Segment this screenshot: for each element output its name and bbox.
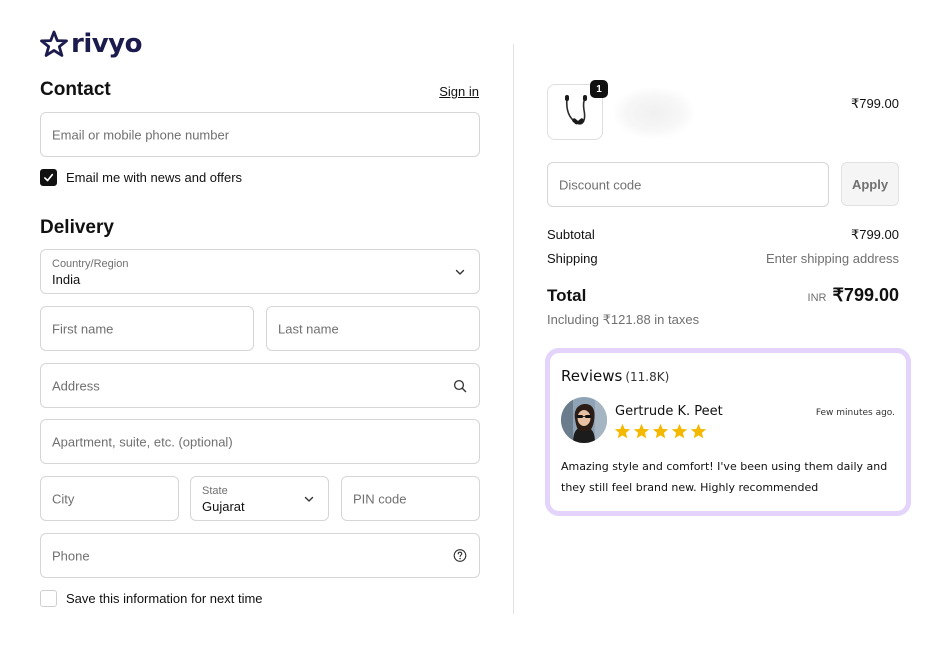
country-value: India	[52, 272, 81, 287]
last-name-placeholder: Last name	[278, 321, 339, 336]
sign-in-link[interactable]: Sign in	[439, 84, 479, 99]
phone-placeholder: Phone	[52, 548, 90, 563]
star-logo-icon	[40, 30, 68, 57]
total-value-group: INR ₹799.00	[808, 285, 899, 306]
reviews-heading: Reviews (11.8K)	[561, 367, 669, 385]
reviews-title: Reviews	[561, 367, 623, 385]
city-placeholder: City	[52, 491, 75, 506]
first-name-field[interactable]: First name	[40, 306, 254, 351]
brand-name: rivyo	[71, 29, 143, 59]
reviews-count: (11.8K)	[625, 370, 670, 384]
city-field[interactable]: City	[40, 476, 179, 521]
state-label: State	[202, 485, 228, 497]
save-info-label: Save this information for next time	[66, 591, 263, 606]
subtotal-label: Subtotal	[547, 227, 595, 242]
quantity-badge: 1	[590, 80, 608, 98]
reviews-widget[interactable]: Reviews (11.8K) Gertrude K. Peet Few minu…	[545, 348, 911, 516]
phone-field[interactable]: Phone	[40, 533, 480, 578]
column-divider	[513, 44, 514, 614]
currency-code: INR	[807, 292, 827, 304]
apartment-field[interactable]: Apartment, suite, etc. (optional)	[40, 419, 480, 464]
discount-code-field[interactable]: Discount code	[547, 162, 829, 207]
pin-code-field[interactable]: PIN code	[341, 476, 480, 521]
total-amount: ₹799.00	[832, 285, 899, 305]
search-icon[interactable]	[453, 379, 467, 393]
review-time: Few minutes ago.	[815, 408, 895, 418]
state-value: Gujarat	[202, 499, 245, 514]
last-name-field[interactable]: Last name	[266, 306, 480, 351]
apartment-placeholder: Apartment, suite, etc. (optional)	[52, 434, 233, 449]
star-icon	[690, 423, 707, 439]
country-select[interactable]: Country/Region India	[40, 249, 480, 294]
save-info-option[interactable]: Save this information for next time	[40, 590, 263, 607]
apply-button[interactable]: Apply	[841, 162, 899, 206]
chevron-down-icon	[302, 492, 316, 506]
earphones-icon	[565, 95, 587, 125]
reviewer-name: Gertrude K. Peet	[615, 404, 723, 419]
total-label: Total	[547, 286, 587, 305]
email-field[interactable]: Email or mobile phone number	[40, 112, 480, 157]
item-price: ₹799.00	[850, 96, 899, 111]
first-name-placeholder: First name	[52, 321, 114, 336]
save-info-checkbox[interactable]	[40, 590, 57, 607]
newsletter-option[interactable]: Email me with news and offers	[40, 169, 242, 186]
star-rating	[614, 423, 707, 440]
newsletter-checkbox[interactable]	[40, 169, 57, 186]
star-icon	[614, 423, 631, 439]
delivery-heading: Delivery	[40, 217, 114, 238]
chevron-down-icon	[453, 265, 467, 279]
email-placeholder: Email or mobile phone number	[52, 127, 230, 142]
subtotal-value: ₹799.00	[850, 227, 899, 242]
checkmark-icon	[44, 173, 54, 182]
address-placeholder: Address	[52, 378, 100, 393]
product-title-blurred	[614, 88, 694, 138]
pin-code-placeholder: PIN code	[353, 491, 407, 506]
country-label: Country/Region	[52, 258, 129, 270]
help-icon[interactable]	[453, 549, 467, 563]
address-field[interactable]: Address	[40, 363, 480, 408]
star-icon	[671, 423, 688, 439]
newsletter-label: Email me with news and offers	[66, 170, 243, 185]
brand-logo[interactable]: rivyo	[40, 28, 143, 60]
star-icon	[652, 423, 669, 439]
reviewer-avatar	[561, 397, 607, 443]
tax-note: Including ₹121.88 in taxes	[547, 312, 700, 327]
shipping-label: Shipping	[547, 251, 598, 266]
discount-code-placeholder: Discount code	[559, 177, 642, 192]
shipping-value: Enter shipping address	[766, 251, 899, 266]
contact-heading: Contact	[40, 79, 111, 100]
state-select[interactable]: State Gujarat	[190, 476, 329, 521]
review-text: Amazing style and comfort! I've been usi…	[561, 460, 888, 494]
star-icon	[633, 423, 650, 439]
